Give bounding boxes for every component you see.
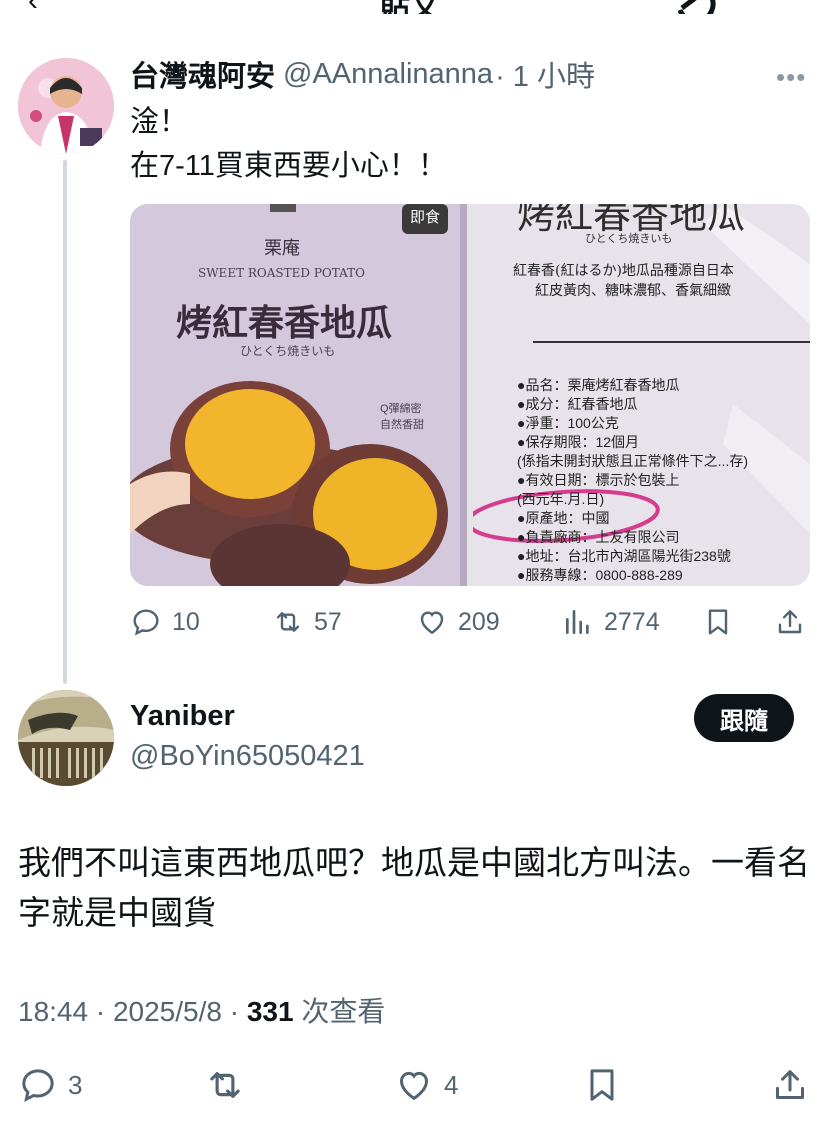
reply-button[interactable]: 10	[130, 602, 200, 642]
label-line: ●淨重：100公克	[517, 415, 619, 431]
bookmark-icon	[708, 609, 728, 635]
share-icon	[778, 610, 802, 634]
avatar[interactable]	[18, 690, 114, 786]
kana-label: ひとくち焼きいも	[240, 344, 336, 358]
back-arrow-icon[interactable]: ‹	[28, 0, 38, 14]
label-line: (係指未開封狀態且正常條件下之...存)	[517, 453, 748, 469]
repost-count: 57	[314, 607, 342, 636]
label-line: ●品名：栗庵烤紅春香地瓜	[517, 377, 680, 393]
like-button[interactable]: 209	[416, 602, 500, 642]
share-icon	[776, 1070, 804, 1099]
post-time: · 1 小時	[495, 61, 595, 93]
like-count: 209	[458, 607, 500, 636]
repost-icon	[276, 612, 300, 632]
label-line: ●服務專線：0800-888-289	[517, 567, 683, 583]
brand-label: 栗庵	[264, 238, 300, 259]
parent-text: 淦！ 在7-11買東西要小心！！	[130, 100, 447, 188]
reply-count: 3	[68, 1069, 83, 1100]
product-name-label: 烤紅春香地瓜	[176, 302, 393, 344]
reply-button[interactable]: 3	[18, 1062, 82, 1108]
share-button[interactable]	[770, 1062, 810, 1108]
reply-text: 我們不叫這東西地瓜吧？地瓜是中國北方叫法。一看名字就是中國貨	[18, 844, 810, 931]
label-line: ●有效日期：標示於包裝上	[517, 472, 680, 488]
reply-action-bar: 3 4	[0, 1062, 828, 1108]
media-grid[interactable]: 栗庵 即食 SWEET ROASTED POTATO 烤紅春香地瓜 ひとくち焼き…	[130, 204, 810, 586]
reply-count: 10	[172, 607, 200, 636]
bookmark-button[interactable]	[582, 1062, 622, 1108]
reply-icon	[133, 609, 159, 636]
view-count: 331	[246, 996, 294, 1027]
repost-button[interactable]	[204, 1062, 246, 1108]
heart-icon	[420, 611, 444, 635]
top-bar: ‹ 貼文	[0, 0, 828, 14]
parent-text-line: 在7-11買東西要小心！！	[130, 150, 447, 182]
repost-button[interactable]: 57	[272, 602, 342, 642]
label-line: ●負責廠商：上友有限公司	[517, 529, 680, 545]
bookmark-icon	[590, 1069, 614, 1101]
views-label[interactable]: 次查看	[294, 996, 385, 1027]
side-note-label: Q彈綿密 自然香甜	[380, 403, 424, 431]
post-meta: 18:44 · 2025/5/8 · 331 次查看	[18, 990, 385, 1030]
like-button[interactable]: 4	[394, 1062, 458, 1108]
like-count: 4	[444, 1069, 459, 1100]
label-desc: 紅春香(紅はるか)地瓜品種源自日本	[513, 263, 734, 279]
subtitle-label: SWEET ROASTED POTATO	[198, 266, 365, 280]
tweet-detail-page: ‹ 貼文 台灣魂阿安 @AAnnalinanna · 1 小時 ••• 淦！ 在…	[0, 0, 828, 1133]
label-line: ●保存期限：12個月	[517, 434, 640, 450]
label-line: ●原產地：中國	[517, 510, 610, 526]
parent-text-line: 淦！	[130, 106, 189, 138]
grok-icon[interactable]	[676, 0, 720, 14]
page-title: 貼文	[380, 0, 440, 14]
reply-author-handle[interactable]: @BoYin65050421	[130, 740, 365, 773]
author-handle[interactable]: @AAnnalinanna	[283, 58, 493, 91]
label-line: ●成分：紅春香地瓜	[517, 396, 638, 412]
heart-icon	[399, 1071, 429, 1101]
follow-button[interactable]: 跟隨	[694, 694, 794, 742]
author-name[interactable]: 台灣魂阿安	[130, 53, 275, 95]
product-front-image[interactable]: 栗庵 即食 SWEET ROASTED POTATO 烤紅春香地瓜 ひとくち焼き…	[130, 204, 467, 586]
bookmark-button[interactable]	[702, 602, 734, 642]
label-ingredient-list: ●品名：栗庵烤紅春香地瓜 ●成分：紅春香地瓜 ●淨重：100公克 ●保存期限：12個月…	[517, 376, 748, 585]
label-line: (西元年.月.日)	[517, 491, 605, 507]
views-button[interactable]: 2774	[562, 602, 660, 642]
repost-icon	[210, 1072, 240, 1098]
share-button[interactable]	[774, 602, 806, 642]
product-label-image[interactable]: 烤紅春香地瓜 ひとくち焼きいも 紅春香(紅はるか)地瓜品種源自日本 紅皮黃肉、糖…	[473, 204, 810, 586]
reply-icon	[22, 1069, 54, 1102]
reply-author-name[interactable]: Yaniber	[130, 700, 235, 733]
label-line: ●地址：台北市內湖區陽光街238號	[517, 548, 731, 564]
parent-header: 台灣魂阿安 @AAnnalinanna · 1 小時	[130, 53, 595, 95]
badge-label: 即食	[410, 209, 441, 226]
more-options-icon[interactable]: •••	[776, 62, 806, 93]
label-desc: 紅皮黃肉、糖味濃郁、香氣細緻	[535, 283, 731, 299]
label-kana: ひとくち焼きいも	[585, 233, 673, 245]
parent-action-bar: 10 57 209 2774	[0, 602, 828, 642]
views-count: 2774	[604, 607, 660, 636]
analytics-icon	[566, 610, 589, 634]
avatar[interactable]	[18, 58, 114, 154]
timestamp: 18:44 · 2025/5/8 ·	[18, 996, 247, 1027]
